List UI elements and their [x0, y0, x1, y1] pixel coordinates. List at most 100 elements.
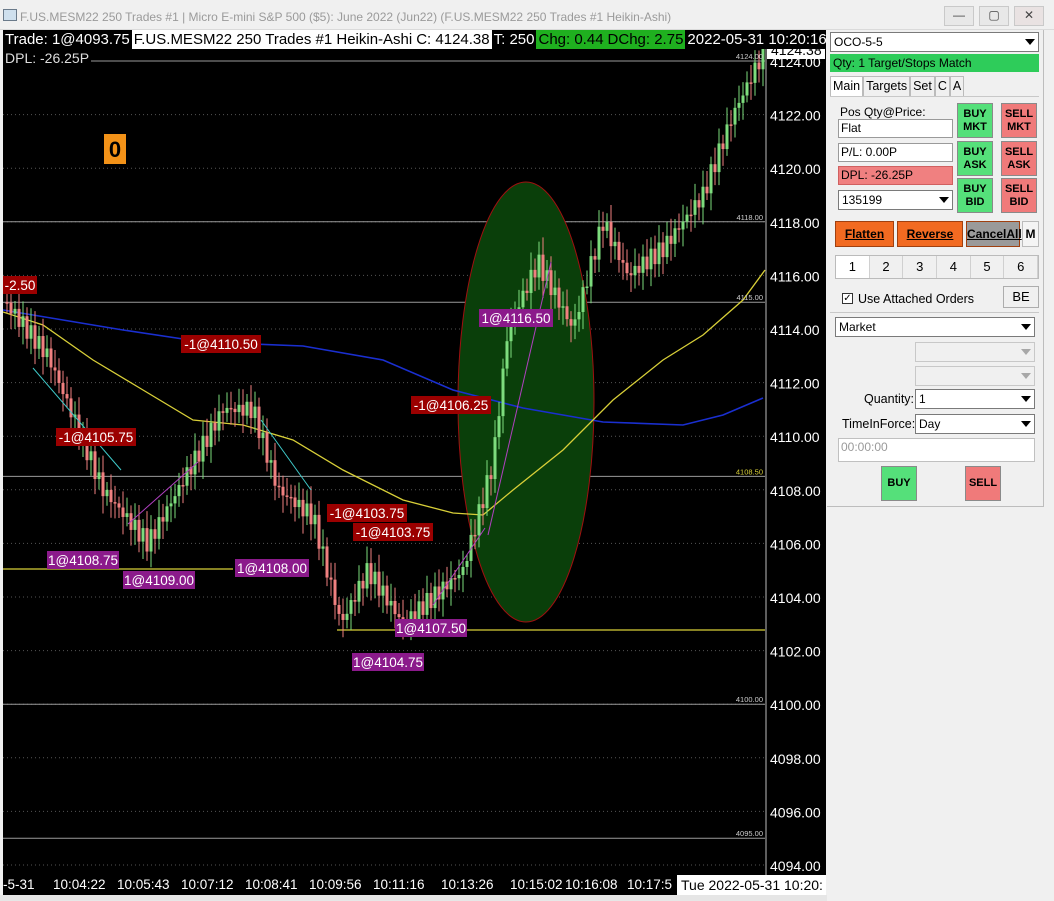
- sell-trade-label: -1@4110.50: [184, 337, 258, 352]
- bracket-tab-1[interactable]: 1: [836, 256, 870, 278]
- bull-candle: [245, 401, 249, 416]
- bull-candle: [253, 406, 257, 419]
- sell-ask-button[interactable]: SELL ASK: [1001, 141, 1037, 176]
- bear-candle: [369, 563, 373, 585]
- buy-ask-button[interactable]: BUY ASK: [957, 141, 993, 176]
- reverse-button[interactable]: Reverse: [897, 221, 963, 247]
- sell-trade-label: -1@4103.75: [356, 525, 431, 540]
- bear-candle: [645, 256, 649, 270]
- bear-candle: [361, 580, 365, 589]
- bear-candle: [705, 186, 709, 194]
- bracket-tab-3[interactable]: 3: [903, 256, 938, 278]
- price-tick-label: 4106.00: [770, 536, 821, 552]
- bull-candle: [641, 256, 645, 273]
- trading-window: F.US.MESM22 250 Trades #1 | Micro E-mini…: [0, 0, 1054, 901]
- bull-candle: [345, 613, 349, 620]
- sell-bid-button[interactable]: SELL BID: [1001, 178, 1037, 213]
- tif-select[interactable]: Day: [915, 414, 1035, 434]
- time-tick-label: 10:16:08: [565, 877, 618, 892]
- time-tick-label: 10:15:02: [510, 877, 563, 892]
- maximize-button[interactable]: ▢: [979, 6, 1009, 26]
- bull-candle: [501, 368, 505, 417]
- buy-mkt-button[interactable]: BUY MKT: [957, 103, 993, 138]
- price-chart[interactable]: -2.50 -1@4110.50 -1@4105.75 -1@4106.25 -1@41…: [3, 30, 826, 875]
- m-button[interactable]: M: [1022, 221, 1039, 247]
- tab-main[interactable]: Main: [830, 76, 864, 96]
- chevron-down-icon: [1021, 349, 1031, 355]
- order-type-value: Market: [839, 320, 876, 334]
- chart-canvas[interactable]: -2.50 -1@4110.50 -1@4105.75 -1@4106.25 -1@41…: [3, 30, 826, 875]
- buy-bid-button[interactable]: BUY BID: [957, 178, 993, 213]
- strategy-value: OCO-5-5: [834, 35, 883, 49]
- bull-candle: [209, 422, 213, 447]
- bracket-tab-5[interactable]: 5: [971, 256, 1005, 278]
- bull-candle: [657, 242, 661, 265]
- bull-candle: [577, 312, 581, 320]
- flatten-button[interactable]: Flatten: [835, 221, 894, 247]
- bear-candle: [205, 435, 209, 447]
- bear-candle: [325, 546, 329, 578]
- price-tick-label: 4120.00: [770, 161, 821, 177]
- bracket-tab-4[interactable]: 4: [937, 256, 971, 278]
- sell-trade-label: -1@4106.25: [414, 398, 489, 413]
- sell-button[interactable]: SELL: [965, 466, 1001, 501]
- strategy-select[interactable]: OCO-5-5: [830, 32, 1039, 52]
- tif-label: TimeInForce:: [842, 417, 916, 431]
- bear-candle: [137, 519, 141, 542]
- tab-a[interactable]: A: [949, 76, 965, 96]
- account-select[interactable]: 135199: [838, 190, 953, 210]
- order-panel: OCO-5-5 Qty: 1 Target/Stops Match Main T…: [827, 30, 1054, 901]
- bull-candle: [45, 348, 49, 358]
- bull-candle: [305, 503, 309, 517]
- chart-info-bar: Trade: 1@4093.75 F.US.MESM22 250 Trades …: [3, 30, 826, 49]
- bear-candle: [625, 262, 629, 274]
- sell-mkt-button[interactable]: SELL MKT: [1001, 103, 1037, 138]
- tab-targets[interactable]: Targets: [863, 76, 911, 96]
- bull-candle: [365, 563, 369, 589]
- time-axis[interactable]: -5-31 10:04:22 10:05:43 10:07:12 10:08:41 10:…: [3, 875, 826, 895]
- bull-candle: [269, 460, 273, 463]
- title-bar: F.US.MESM22 250 Trades #1 | Micro E-mini…: [0, 0, 1054, 30]
- bull-candle: [217, 411, 221, 431]
- be-button[interactable]: BE: [1003, 286, 1039, 308]
- quantity-select[interactable]: 1: [915, 389, 1035, 409]
- time-cursor-label: Tue 2022-05-31 10:20:: [677, 875, 826, 895]
- level-tag: 4118.00: [736, 213, 763, 222]
- bull-candle: [613, 241, 617, 247]
- use-attached-checkbox[interactable]: ✓: [842, 293, 853, 304]
- bull-candle: [681, 221, 685, 230]
- bull-candle: [349, 600, 353, 614]
- bear-candle: [377, 571, 381, 596]
- bull-candle: [537, 254, 541, 278]
- minimize-button[interactable]: —: [944, 6, 974, 26]
- trade-connector-line: [432, 527, 486, 606]
- bull-candle: [597, 226, 601, 260]
- bear-candle: [181, 485, 185, 487]
- bracket-tab-6[interactable]: 6: [1004, 256, 1039, 278]
- time-tick-label: 10:04:22: [53, 877, 106, 892]
- bull-candle: [673, 228, 677, 244]
- buy-button[interactable]: BUY: [881, 466, 917, 501]
- bull-candle: [425, 593, 429, 615]
- time-field[interactable]: 00:00:00: [838, 438, 1035, 462]
- price-select-2[interactable]: [915, 366, 1035, 386]
- level-tag: 4095.00: [736, 829, 763, 838]
- bracket-tab-2[interactable]: 2: [870, 256, 904, 278]
- tab-c[interactable]: C: [934, 76, 950, 96]
- bear-candle: [121, 507, 125, 517]
- time-tick-label: 10:07:12: [181, 877, 234, 892]
- cancel-all-button[interactable]: CancelAll: [966, 221, 1022, 247]
- bear-candle: [65, 394, 69, 399]
- time-tick-label: 10:05:43: [117, 877, 170, 892]
- bear-candle: [337, 604, 341, 614]
- chart-dpl-readout: DPL: -26.25P: [3, 50, 92, 66]
- price-select-1[interactable]: [915, 342, 1035, 362]
- bull-candle: [493, 437, 497, 480]
- order-type-select[interactable]: Market: [835, 317, 1035, 337]
- tab-set[interactable]: Set: [910, 76, 935, 96]
- buy-trade-label: 1@4108.00: [237, 561, 307, 576]
- bull-candle: [321, 546, 325, 549]
- close-button[interactable]: ✕: [1014, 6, 1044, 26]
- bull-candle: [133, 519, 137, 530]
- bear-candle: [621, 260, 625, 263]
